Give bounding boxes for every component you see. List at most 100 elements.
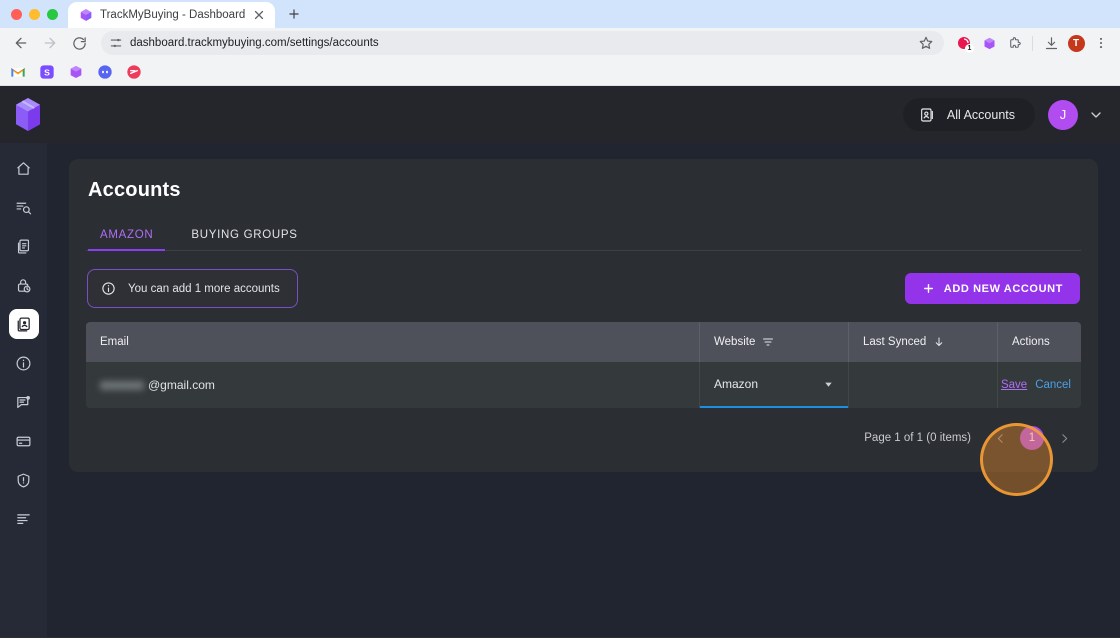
- main-content: Accounts AMAZON BUYING GROUPS You can ad…: [47, 143, 1120, 637]
- home-icon: [17, 161, 30, 175]
- contact-card-icon: [17, 316, 30, 332]
- sidebar: [0, 143, 47, 637]
- bookmarks-bar: S: [0, 58, 1120, 86]
- sidebar-item-billing[interactable]: [9, 426, 39, 456]
- account-quota-notice: You can add 1 more accounts: [87, 269, 298, 308]
- cell-actions: Save Cancel: [997, 362, 1081, 408]
- tab-bar: AMAZON BUYING GROUPS: [86, 223, 1081, 251]
- pagination-info: Page 1 of 1 (0 items): [864, 432, 971, 444]
- red-app-bookmark[interactable]: [126, 64, 142, 80]
- gmail-bookmark[interactable]: [10, 64, 26, 80]
- trackmybuying-bookmark[interactable]: [68, 64, 84, 80]
- site-settings-icon[interactable]: [109, 36, 123, 50]
- toolbar-divider: [1032, 35, 1033, 51]
- minimize-window-button[interactable]: [29, 9, 40, 20]
- extensions-puzzle-icon[interactable]: [1003, 32, 1025, 54]
- close-tab-button[interactable]: [252, 8, 266, 22]
- avatar[interactable]: J: [1048, 99, 1078, 130]
- info-circle-icon: [101, 281, 116, 296]
- sort-descending-icon[interactable]: [933, 336, 945, 348]
- trackmybuying-logo[interactable]: [10, 95, 46, 135]
- sidebar-item-documents[interactable]: [9, 231, 39, 261]
- cell-website-select[interactable]: Amazon: [699, 362, 848, 408]
- info-circle-icon: [16, 356, 31, 370]
- account-quota-text: You can add 1 more accounts: [128, 282, 280, 295]
- website-select-control[interactable]: Amazon: [700, 362, 848, 406]
- account-scope-selector[interactable]: All Accounts: [902, 98, 1035, 131]
- cell-email-text: @gmail.com: [148, 378, 215, 392]
- column-header-website-label: Website: [714, 336, 756, 348]
- forward-button[interactable]: [37, 30, 63, 56]
- pagination: Page 1 of 1 (0 items) 1: [86, 426, 1081, 450]
- add-new-account-label: ADD NEW ACCOUNT: [943, 282, 1063, 295]
- shield-icon: [17, 473, 30, 487]
- column-header-website[interactable]: Website: [699, 322, 848, 362]
- column-header-actions-label: Actions: [1012, 336, 1050, 348]
- app-header: All Accounts J: [0, 86, 1120, 143]
- credit-card-icon: [16, 436, 31, 446]
- table-header-row: Email Website Last Synced Actions: [86, 322, 1081, 362]
- downloads-icon[interactable]: [1040, 32, 1062, 54]
- window-traffic-lights: [0, 9, 68, 28]
- column-header-email[interactable]: Email: [86, 322, 699, 362]
- next-page-button[interactable]: [1053, 427, 1075, 449]
- column-header-actions: Actions: [997, 322, 1081, 362]
- tab-buying-groups[interactable]: BUYING GROUPS: [179, 223, 309, 250]
- website-select-focus-underline: [700, 406, 848, 408]
- app-body: Accounts AMAZON BUYING GROUPS You can ad…: [0, 143, 1120, 637]
- accounts-card: Accounts AMAZON BUYING GROUPS You can ad…: [69, 159, 1098, 472]
- browser-tab[interactable]: TrackMyBuying - Dashboard: [68, 2, 276, 28]
- sidebar-item-feedback[interactable]: [9, 387, 39, 417]
- account-scope-label: All Accounts: [946, 107, 1015, 122]
- sidebar-item-pending-locks[interactable]: [9, 270, 39, 300]
- sidebar-item-security[interactable]: [9, 465, 39, 495]
- cell-last-synced: [848, 362, 997, 408]
- feedback-icon: [17, 395, 30, 408]
- sidebar-item-reports[interactable]: [9, 504, 39, 534]
- browser-toolbar: dashboard.trackmybuying.com/settings/acc…: [0, 28, 1120, 58]
- new-tab-button[interactable]: [283, 3, 305, 25]
- browser-menu-icon[interactable]: [1090, 32, 1112, 54]
- reload-button[interactable]: [66, 30, 92, 56]
- documents-icon: [17, 239, 30, 254]
- package-box-favicon: [79, 8, 93, 22]
- bookmark-star-icon[interactable]: [918, 35, 934, 51]
- maximize-window-button[interactable]: [47, 9, 58, 20]
- lock-clock-icon: [17, 278, 31, 292]
- add-new-account-button[interactable]: ADD NEW ACCOUNT: [904, 273, 1080, 304]
- trackmybuying-extension-icon[interactable]: [978, 32, 1000, 54]
- chevron-down-icon[interactable]: [1088, 107, 1104, 123]
- previous-page-button[interactable]: [989, 427, 1011, 449]
- page-number-1-button[interactable]: 1: [1020, 426, 1044, 450]
- extension-badge-count: 1: [965, 44, 974, 53]
- contact-card-icon: [919, 107, 935, 123]
- browser-tab-title: TrackMyBuying - Dashboard: [100, 9, 246, 21]
- profile-avatar[interactable]: T: [1065, 32, 1087, 54]
- close-window-button[interactable]: [11, 9, 22, 20]
- address-bar-url: dashboard.trackmybuying.com/settings/acc…: [130, 37, 379, 49]
- discord-bookmark[interactable]: [97, 64, 113, 80]
- svg-text:S: S: [44, 67, 50, 77]
- address-bar[interactable]: dashboard.trackmybuying.com/settings/acc…: [101, 31, 944, 55]
- accounts-table: Email Website Last Synced Actions @gmail…: [86, 322, 1081, 408]
- sidebar-item-info[interactable]: [9, 348, 39, 378]
- table-row: @gmail.com Amazon Save Cancel: [86, 362, 1081, 408]
- sidebar-item-accounts[interactable]: [8, 309, 39, 339]
- save-link[interactable]: Save: [1001, 379, 1027, 391]
- column-header-last-synced[interactable]: Last Synced: [848, 322, 997, 362]
- sidebar-item-home[interactable]: [9, 153, 39, 183]
- list-search-icon: [16, 202, 32, 214]
- email-redacted-block: [100, 380, 144, 390]
- accounts-toolbar: You can add 1 more accounts ADD NEW ACCO…: [86, 269, 1081, 308]
- back-button[interactable]: [8, 30, 34, 56]
- filter-icon[interactable]: [762, 336, 774, 348]
- profile-initial: T: [1067, 34, 1085, 52]
- sidebar-item-search-orders[interactable]: [9, 192, 39, 222]
- s-app-bookmark[interactable]: S: [39, 64, 55, 80]
- extension-notification-icon[interactable]: 1: [953, 32, 975, 54]
- page-title: Accounts: [88, 179, 181, 201]
- application-viewport: All Accounts J Accounts AMAZON BUYING GR…: [0, 86, 1120, 637]
- tab-amazon[interactable]: AMAZON: [88, 223, 166, 251]
- cancel-link[interactable]: Cancel: [1035, 379, 1071, 391]
- chevron-down-icon[interactable]: [823, 379, 834, 390]
